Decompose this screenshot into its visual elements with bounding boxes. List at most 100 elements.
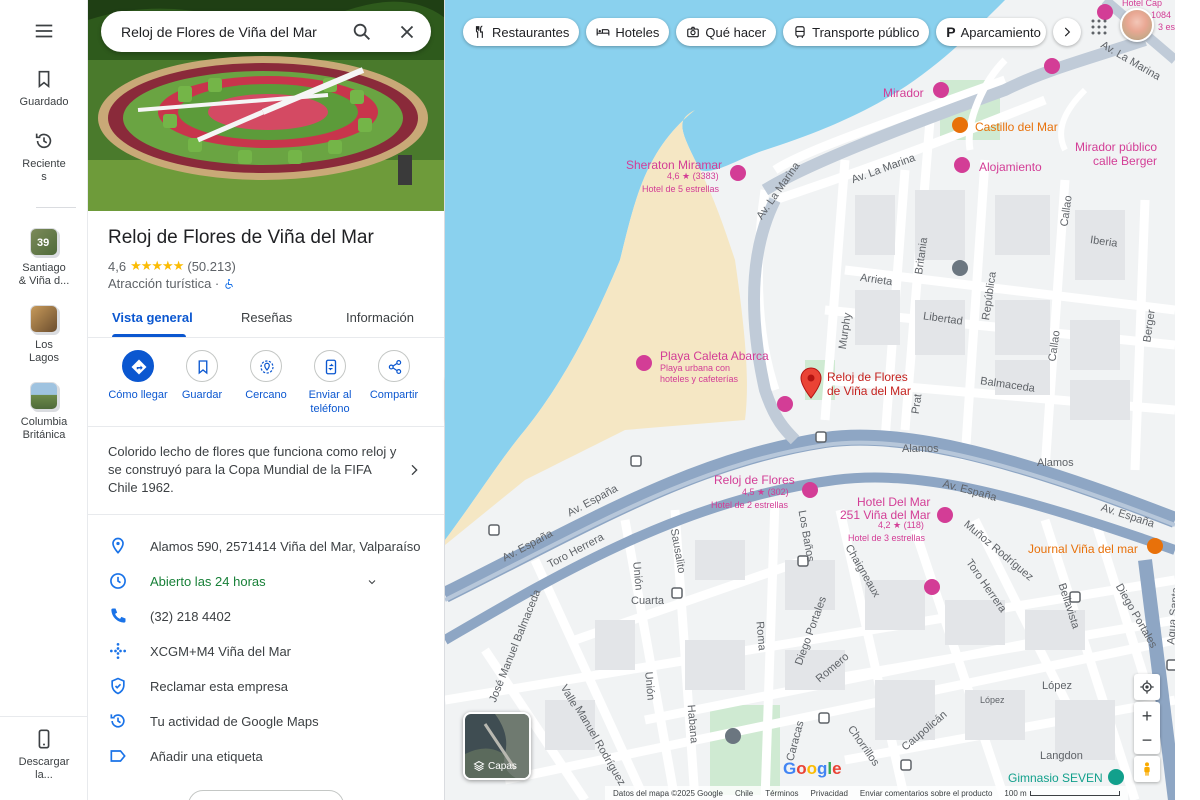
chips-next-button[interactable] (1053, 18, 1082, 46)
google-logo: Google (783, 759, 842, 778)
poi-playa-caleta-abarca[interactable]: Playa Caleta Abarca (660, 349, 769, 363)
recents-label: Reciente (22, 158, 66, 170)
chevron-down-icon[interactable] (366, 576, 378, 588)
layers-button[interactable]: Capas (463, 712, 531, 780)
rating-row: 4,6 ★★★★★ (50.213) (108, 258, 236, 274)
directions-button[interactable]: Cómo llegar (103, 350, 173, 402)
bookmark-icon (186, 350, 218, 382)
phone-row[interactable]: (32) 218 4402 (88, 602, 444, 630)
download-label-2: la... (35, 769, 53, 781)
hours-text: Abierto las 24 horas (150, 574, 266, 589)
chip-things-to-do[interactable]: Qué hacer (676, 18, 777, 46)
poi-journal[interactable]: Journal Viña del mar (1028, 542, 1138, 556)
chip-hotels[interactable]: Hoteles (586, 18, 670, 46)
zoom-out-button[interactable]: − (1142, 728, 1153, 752)
apps-grid-icon[interactable] (1090, 18, 1108, 36)
layers-label: Capas (473, 760, 517, 772)
download-app-button[interactable]: Descargar la... (0, 728, 88, 782)
road-langdon: Langdon (1040, 750, 1083, 762)
chip-transit-label: Transporte público (812, 24, 920, 40)
suggest-edit-button[interactable] (188, 790, 344, 800)
footer-terms-link[interactable]: Términos (765, 789, 798, 798)
my-location-button[interactable] (1134, 674, 1160, 700)
chip-restaurants[interactable]: Restaurantes (463, 18, 580, 46)
saved-button[interactable]: Guardado (0, 68, 88, 109)
recent-place-thumbnail: 39 (30, 228, 58, 256)
activity-row[interactable]: Tu actividad de Google Maps (88, 707, 444, 735)
scale-bar[interactable]: 100 m (1004, 789, 1120, 798)
clock-icon (110, 573, 126, 589)
chip-parking[interactable]: P Aparcamiento (936, 18, 1047, 46)
hamburger-menu-icon (35, 24, 53, 38)
recents-button[interactable]: Reciente s (0, 130, 88, 184)
review-count[interactable]: (50.213) (187, 259, 235, 274)
save-button[interactable]: Guardar (167, 350, 237, 402)
selected-place-line2: de Viña del Mar (827, 384, 911, 398)
tab-about[interactable]: Información (346, 310, 414, 325)
search-icon[interactable] (351, 21, 373, 43)
saved-label: Guardado (19, 96, 69, 108)
address-row[interactable]: Alamos 590, 2571414 Viña del Mar, Valpar… (88, 532, 444, 560)
recents-label-wrap: s (41, 171, 47, 183)
map-canvas[interactable]: Mirador Castillo del Mar Alojamiento Mir… (445, 0, 1175, 800)
search-input[interactable] (121, 11, 341, 52)
poi-hotel-reloj-class: Hotel de 2 estrellas (711, 500, 789, 510)
poi-hotel-reloj-rating: 4,5 ★ (302) (742, 487, 789, 497)
poi-hotel-reloj[interactable]: Reloj de Flores (714, 473, 795, 487)
recent-place-badge: 39 (37, 237, 50, 249)
poi-hotel-cap[interactable]: Hotel Cap (1122, 0, 1162, 9)
poi-hotel-del-mar[interactable]: Hotel Del Mar (857, 495, 930, 509)
chip-parking-label: Aparcamiento (960, 24, 1041, 40)
left-rail: Guardado Reciente s 39 Santiago & Viña d… (0, 0, 88, 800)
road-union: Unión (642, 671, 657, 701)
poi-gimnasio[interactable]: Gimnasio SEVEN (1008, 771, 1103, 785)
footer-privacy-link[interactable]: Privacidad (811, 789, 848, 798)
send-to-phone-button[interactable]: Enviar al teléfono (295, 350, 365, 416)
chevron-right-icon[interactable] (406, 462, 422, 478)
claim-business-text: Reclamar esta empresa (150, 679, 288, 694)
place-description[interactable]: Colorido lecho de flores que funciona co… (108, 443, 400, 497)
camera-icon (687, 26, 700, 38)
search-box (101, 11, 431, 52)
selected-place-label[interactable]: Reloj de Flores de Viña del Mar (827, 370, 911, 398)
place-hero-photo[interactable] (88, 0, 444, 211)
verified-shield-icon (111, 677, 125, 695)
footer-region[interactable]: Chile (735, 789, 753, 798)
recent-place-los-lagos[interactable]: Los Lagos (0, 305, 88, 365)
place-category[interactable]: Atracción turística · (108, 276, 219, 291)
send-to-phone-label: Enviar al (308, 389, 352, 401)
chevron-right-icon (1065, 27, 1071, 37)
chip-restaurants-label: Restaurantes (492, 24, 570, 40)
recent-place-thumbnail (30, 382, 58, 410)
hours-row[interactable]: Abierto las 24 horas (88, 567, 444, 595)
add-label-row[interactable]: Añadir una etiqueta (88, 742, 444, 770)
chip-transit[interactable]: Transporte público (783, 18, 930, 46)
close-icon[interactable] (396, 21, 418, 43)
main-menu-button[interactable] (0, 20, 88, 48)
tab-reviews[interactable]: Reseñas (241, 310, 292, 325)
poi-mirador[interactable]: Mirador (883, 86, 924, 100)
poi-hotel-cap-class: 3 es (1158, 22, 1175, 32)
account-avatar[interactable] (1120, 8, 1154, 42)
poi-sheraton[interactable]: Sheraton Miramar (626, 158, 722, 172)
plus-code-row[interactable]: XCGM+M4 Viña del Mar (88, 637, 444, 665)
share-icon (378, 350, 410, 382)
street-view-pegman-button[interactable] (1134, 756, 1160, 782)
recent-place-columbia[interactable]: Columbia Británica (0, 382, 88, 442)
selected-place-line1: Reloj de Flores (827, 370, 908, 384)
zoom-in-button[interactable]: + (1142, 704, 1153, 728)
footer-feedback-link[interactable]: Enviar comentarios sobre el producto (860, 789, 993, 798)
claim-business-row[interactable]: Reclamar esta empresa (88, 672, 444, 700)
share-button[interactable]: Compartir (359, 350, 429, 402)
action-buttons: Cómo llegar Guardar Cercano Enviar al te… (88, 350, 444, 420)
bus-icon (795, 26, 805, 38)
nearby-button[interactable]: Cercano (231, 350, 301, 402)
parking-icon: P (946, 24, 956, 40)
poi-castillo-del-mar[interactable]: Castillo del Mar (975, 120, 1058, 134)
poi-alojamiento[interactable]: Alojamiento (979, 160, 1042, 174)
recent-place-santiago[interactable]: 39 Santiago & Viña d... (0, 228, 88, 288)
poi-mirador-publico[interactable]: Mirador público calle Berger (1075, 140, 1157, 168)
wheelchair-icon (225, 278, 234, 289)
activity-text: Tu actividad de Google Maps (150, 714, 319, 729)
tab-overview[interactable]: Vista general (112, 310, 193, 325)
